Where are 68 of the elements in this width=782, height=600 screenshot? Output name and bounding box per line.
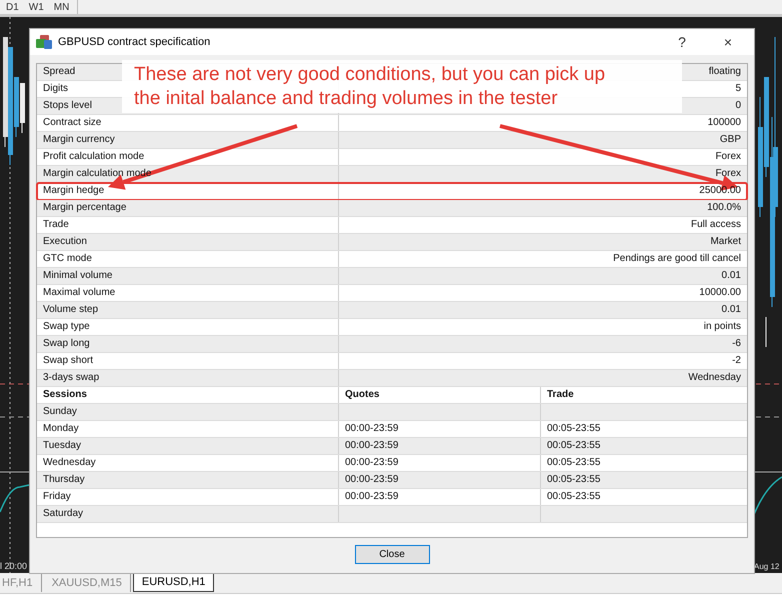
property-name: Spread xyxy=(43,66,76,77)
property-value: Full access xyxy=(690,219,741,230)
column-header: Sessions xyxy=(37,387,339,403)
property-value: -6 xyxy=(732,338,741,349)
property-value: -2 xyxy=(732,355,741,366)
dialog-title: GBPUSD contract specification xyxy=(58,36,212,48)
property-name: Swap short xyxy=(43,355,94,366)
table-cell: Thursday xyxy=(37,472,339,488)
property-value: 0 xyxy=(735,100,741,111)
table-cell-text: 00:05-23:55 xyxy=(546,456,602,470)
table-cell-text: 00:05-23:55 xyxy=(546,490,602,504)
table-cell: 00:00-23:59 xyxy=(339,472,541,488)
table-cell: 00:00-23:59 xyxy=(339,489,541,505)
property-name: Trade xyxy=(43,219,69,230)
table-cell: 00:00-23:59 xyxy=(339,455,541,471)
app-icon xyxy=(36,35,52,49)
chart-tab[interactable]: EURUSD,H1 xyxy=(132,573,214,592)
table-cell: 00:00-23:59 xyxy=(339,421,541,437)
property-name: Volume step xyxy=(43,304,98,315)
property-value: 100.0% xyxy=(707,202,741,213)
property-name: Swap type xyxy=(43,321,90,332)
time-axis-label: l 20:00 xyxy=(0,561,28,571)
property-value: 0.01 xyxy=(722,304,741,315)
property-value: Forex xyxy=(715,151,741,162)
table-cell-text: 00:05-23:55 xyxy=(546,473,602,487)
table-cell: Tuesday xyxy=(37,438,339,454)
property-value: Wednesday xyxy=(688,372,741,383)
property-value: GBP xyxy=(720,134,741,145)
table-cell: Saturday xyxy=(37,506,339,522)
property-value: 5 xyxy=(735,83,741,94)
property-name: Minimal volume xyxy=(43,270,112,281)
property-value: 10000.00 xyxy=(699,287,741,298)
table-cell: Monday xyxy=(37,421,339,437)
timeframe-button[interactable]: MN xyxy=(50,0,74,14)
property-name: Maximal volume xyxy=(43,287,116,298)
property-value: 0.01 xyxy=(722,270,741,281)
property-name: Execution xyxy=(43,236,87,247)
help-button[interactable]: ? xyxy=(662,29,702,55)
property-name: Contract size xyxy=(43,117,102,128)
property-name: Margin percentage xyxy=(43,202,126,213)
property-value: in points xyxy=(704,321,741,332)
property-value: Market xyxy=(710,236,741,247)
property-name: Swap long xyxy=(43,338,90,349)
timeframe-button[interactable]: D1 xyxy=(2,0,23,14)
property-name: Stops level xyxy=(43,100,92,111)
table-cell: 00:00-23:59 xyxy=(339,438,541,454)
column-header: Quotes xyxy=(339,387,541,403)
property-value: Forex xyxy=(715,168,741,179)
close-button[interactable]: Close xyxy=(354,545,430,564)
annotation-note: These are not very good conditions, but you can pick up the inital balance and trading volumes in the tester xyxy=(122,60,682,113)
property-name: Margin currency xyxy=(43,134,115,145)
property-name: Margin hedge xyxy=(43,185,104,196)
property-value: 25000.00 xyxy=(699,185,741,196)
property-name: Profit calculation mode xyxy=(43,151,144,162)
time-axis-label: Aug 12 xyxy=(754,562,780,571)
property-value: floating xyxy=(708,66,741,77)
table-cell: Sunday xyxy=(37,404,339,420)
table-cell-text: 00:05-23:55 xyxy=(546,439,602,453)
property-name: GTC mode xyxy=(43,253,92,264)
timeframe-button[interactable]: W1 xyxy=(24,0,48,14)
table-cell: Wednesday xyxy=(37,455,339,471)
column-header: Trade xyxy=(546,388,575,402)
property-value: 100000 xyxy=(708,117,741,128)
table-cell-text: 00:05-23:55 xyxy=(546,422,602,436)
property-value: Pendings are good till cancel xyxy=(613,253,741,264)
property-name: 3-days swap xyxy=(43,372,100,383)
property-name: Digits xyxy=(43,83,68,94)
table-cell: Friday xyxy=(37,489,339,505)
